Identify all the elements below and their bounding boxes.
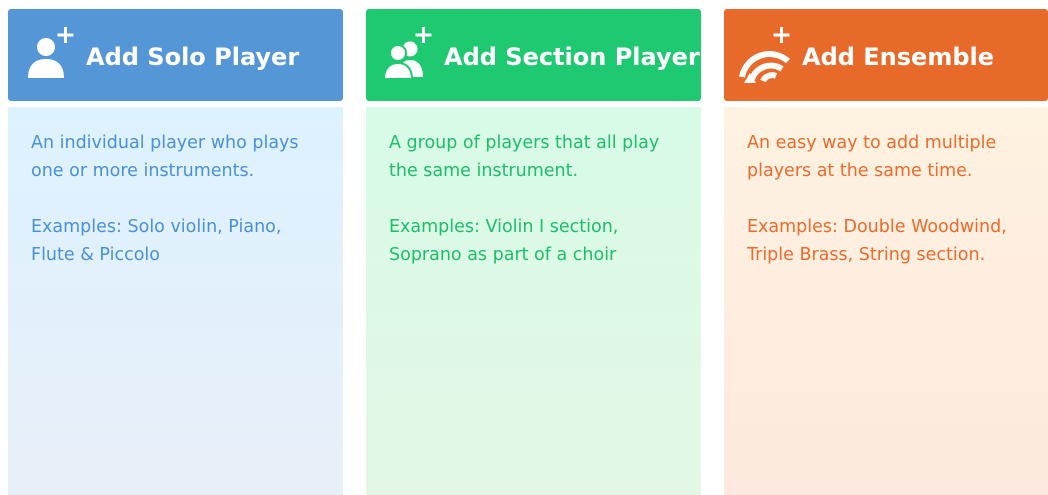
add-ensemble-label: Add Ensemble <box>802 43 995 71</box>
section-player-column: Add Section Player A group of players th… <box>366 9 701 495</box>
section-player-description-panel: A group of players that all play the sam… <box>366 107 701 495</box>
solo-player-description: An individual player who plays one or mo… <box>31 133 299 181</box>
section-player-examples: Examples: Violin I section, Soprano as p… <box>389 217 619 265</box>
add-solo-player-icon <box>28 27 74 78</box>
add-ensemble-icon <box>739 27 790 83</box>
add-section-player-label: Add Section Player <box>444 43 700 71</box>
solo-player-column: Add Solo Player An individual player who… <box>8 9 343 495</box>
solo-player-examples: Examples: Solo violin, Piano, Flute & Pi… <box>31 217 282 265</box>
ensemble-description-panel: An easy way to add multiple players at t… <box>724 107 1048 495</box>
ensemble-column: Add Ensemble An easy way to add multiple… <box>724 9 1048 495</box>
ensemble-examples: Examples: Double Woodwind, Triple Brass,… <box>747 217 1007 265</box>
add-ensemble-button[interactable]: Add Ensemble <box>724 9 1048 101</box>
add-section-player-button[interactable]: Add Section Player <box>366 9 701 101</box>
ensemble-description: An easy way to add multiple players at t… <box>747 133 997 181</box>
add-section-player-icon <box>382 27 432 80</box>
section-player-description: A group of players that all play the sam… <box>389 133 660 181</box>
solo-player-description-panel: An individual player who plays one or mo… <box>8 107 343 495</box>
add-solo-player-button[interactable]: Add Solo Player <box>8 9 343 101</box>
add-solo-player-label: Add Solo Player <box>86 43 300 71</box>
